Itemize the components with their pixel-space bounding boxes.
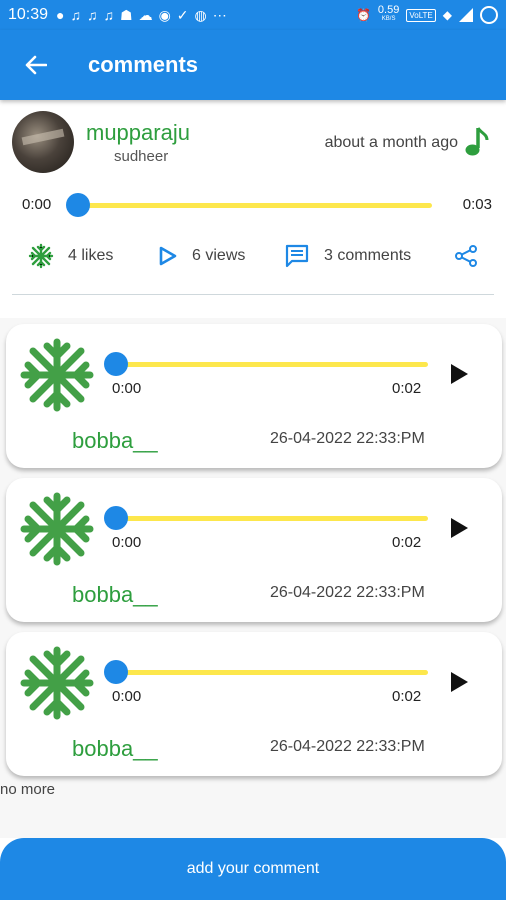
divider (12, 294, 494, 295)
likes-count: 4 (68, 247, 77, 264)
post-username[interactable]: mupparaju (86, 120, 190, 146)
no-more-label: no more (0, 781, 56, 798)
comment-audio-seek-thumb[interactable] (104, 352, 128, 376)
check-circle-icon: ✓ (176, 6, 189, 23)
snowflake-icon (20, 492, 94, 566)
comment-audio-current-time: 0:00 (112, 380, 142, 397)
post-audio-seek-thumb[interactable] (66, 193, 90, 217)
comment-audio-current-time: 0:00 (112, 688, 142, 705)
message-icon: ● (56, 7, 65, 23)
comments-list: 0:00 0:02 bobba__ 26-04-2022 22:33:PM 0:… (0, 318, 506, 838)
comments-label: comments (337, 247, 412, 264)
comment-card: 0:00 0:02 bobba__ 26-04-2022 22:33:PM (6, 632, 502, 776)
comment-card: 0:00 0:02 bobba__ 26-04-2022 22:33:PM (6, 478, 502, 622)
play-outline-icon (159, 246, 177, 266)
snowflake-icon (28, 243, 54, 269)
post-subname: sudheer (114, 148, 169, 165)
post-audio-seekbar[interactable] (70, 203, 432, 208)
comments-count: 3 (324, 247, 333, 264)
comment-audio-seekbar[interactable] (112, 670, 428, 675)
snowflake-icon (20, 338, 94, 412)
music-note-icon: ♫ (87, 7, 98, 23)
play-icon[interactable] (451, 518, 468, 538)
comment-username[interactable]: bobba__ (72, 736, 158, 762)
comment-audio-seekbar[interactable] (112, 362, 428, 367)
post-audio-current-time: 0:00 (22, 196, 52, 213)
add-comment-button[interactable]: add your comment (0, 838, 506, 900)
comment-date: 26-04-2022 22:33:PM (270, 738, 425, 755)
post-timestamp: about a month ago (324, 134, 458, 151)
post-audio-duration: 0:03 (462, 196, 492, 213)
volte-badge: VoLTE (406, 8, 436, 22)
system-icons: ⏰ 0.59 KB/S VoLTE ◆ (355, 4, 498, 24)
views-label: views (205, 247, 246, 264)
drop-icon: ◉ (158, 6, 171, 23)
add-comment-label: add your comment (186, 860, 320, 877)
alarm-icon: ⏰ (355, 8, 371, 22)
post-stats: 4 likes 6 views 3 comments (12, 238, 494, 274)
music-note-icon (465, 127, 489, 156)
play-icon[interactable] (451, 364, 468, 384)
app-bar: comments (0, 30, 506, 100)
back-arrow-icon[interactable] (16, 45, 56, 85)
mobile-data-icon: ⋯ (212, 6, 227, 23)
notification-icons: ● ♫ ♫ ♫ ☗ ☁ ◉ ✓ ◍ ⋯ (56, 7, 227, 24)
comment-date: 26-04-2022 22:33:PM (270, 584, 425, 601)
views-button[interactable]: 6 views (158, 238, 245, 274)
comment-date: 26-04-2022 22:33:PM (270, 430, 425, 447)
globe-icon: ◍ (194, 6, 207, 23)
status-bar: 10:39 ● ♫ ♫ ♫ ☗ ☁ ◉ ✓ ◍ ⋯ ⏰ 0.59 KB/S Vo… (0, 0, 506, 30)
comment-audio-seek-thumb[interactable] (104, 660, 128, 684)
play-icon[interactable] (451, 672, 468, 692)
comments-button[interactable]: 3 comments (284, 238, 411, 274)
signal-icon (459, 8, 473, 22)
music-note-icon: ♫ (103, 7, 115, 23)
likes-label: likes (81, 247, 114, 264)
comment-audio-seek-thumb[interactable] (104, 506, 128, 530)
comment-audio-current-time: 0:00 (112, 534, 142, 551)
network-speed: 0.59 KB/S (377, 4, 400, 24)
likes-button[interactable]: 4 likes (28, 238, 113, 274)
comment-username[interactable]: bobba__ (72, 428, 158, 454)
snapchat-icon: ☗ (120, 6, 133, 23)
music-note-icon: ♫ (70, 7, 82, 23)
battery-icon (480, 6, 498, 24)
network-speed-value: 0.59 (377, 4, 400, 16)
comment-card: 0:00 0:02 bobba__ 26-04-2022 22:33:PM (6, 324, 502, 468)
comment-audio-duration: 0:02 (392, 534, 422, 551)
comment-icon (285, 244, 309, 268)
wifi-icon: ◆ (442, 8, 452, 22)
comment-audio-seekbar[interactable] (112, 516, 428, 521)
post-audio-player: 0:00 0:03 (12, 192, 494, 218)
cloud-icon: ☁ (138, 6, 153, 23)
page-title: comments (88, 52, 199, 77)
comment-username[interactable]: bobba__ (72, 582, 158, 608)
views-count: 6 (192, 247, 201, 264)
comment-audio-duration: 0:02 (392, 380, 422, 397)
status-time: 10:39 (8, 6, 49, 23)
network-speed-unit: KB/S (381, 16, 396, 22)
snowflake-icon (20, 646, 94, 720)
avatar[interactable] (12, 111, 74, 173)
comment-audio-duration: 0:02 (392, 688, 422, 705)
share-icon[interactable] (454, 244, 478, 268)
